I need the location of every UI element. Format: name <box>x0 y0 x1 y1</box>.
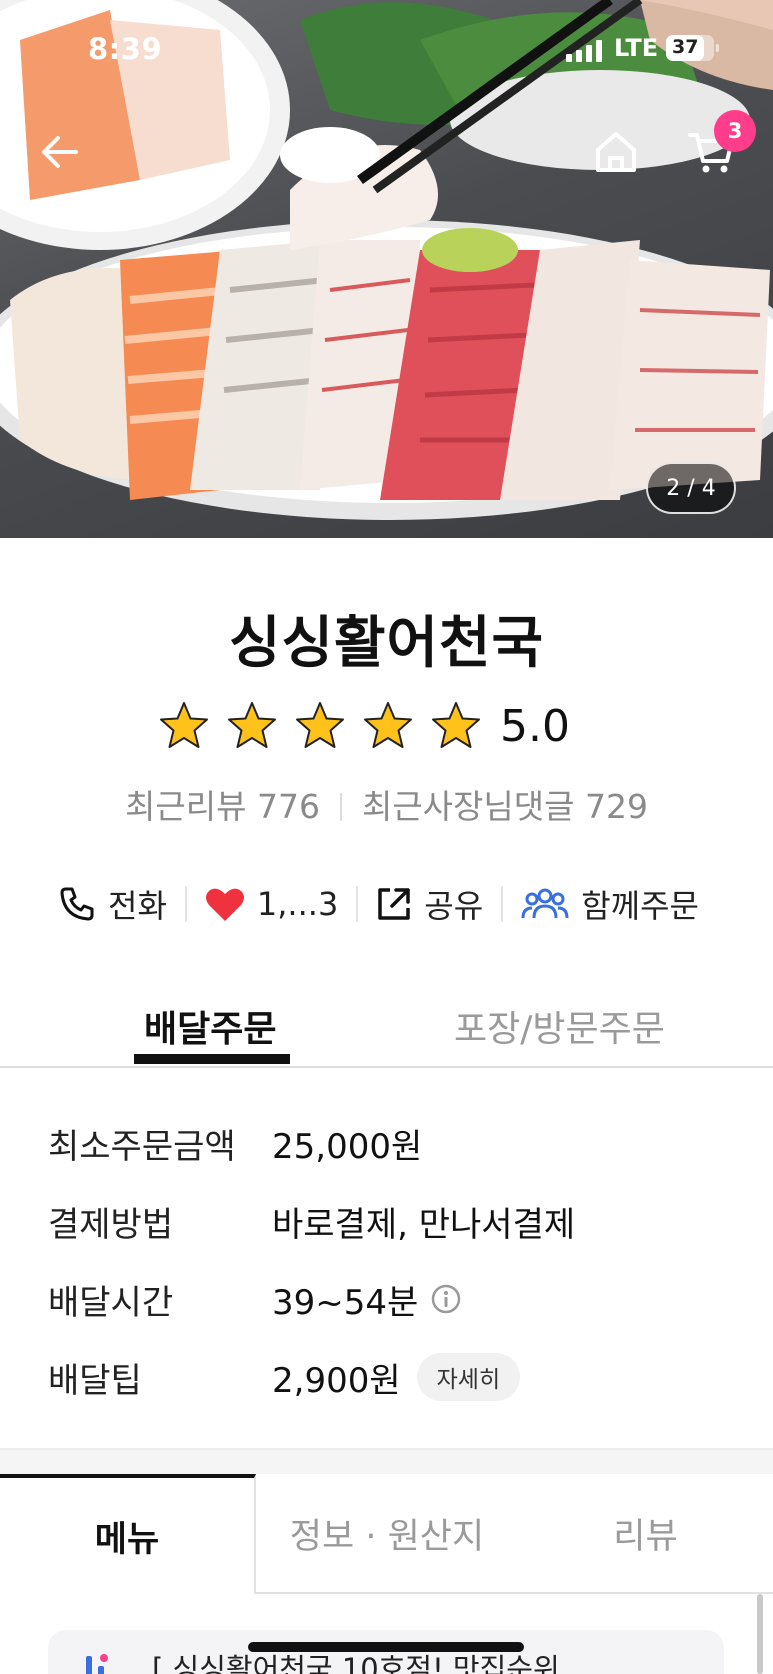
star-icon <box>228 702 276 748</box>
info-value: 39~54분 <box>272 1275 462 1324</box>
tab-info-origin[interactable]: 정보 · 원산지 <box>256 1474 518 1594</box>
store-name: 싱싱활어천국 <box>228 611 545 676</box>
sashimi-photo <box>0 0 773 520</box>
info-value: 25,000원 <box>272 1126 423 1167</box>
tab-menu[interactable]: 메뉴 <box>0 1474 256 1594</box>
divider <box>339 793 342 821</box>
info-key: 최소주문금액 <box>48 1126 236 1167</box>
network-type: LTE <box>614 34 659 62</box>
star-icon <box>296 702 344 748</box>
delivery-time-value: 39~54분 <box>272 1282 419 1323</box>
cart-count-badge: 3 <box>714 110 756 152</box>
info-row-delivery-tip: 배달팁 2,900원 자세히 <box>48 1346 748 1408</box>
info-icon[interactable] <box>430 1283 462 1315</box>
home-button[interactable] <box>588 124 644 180</box>
star-icon <box>364 702 412 748</box>
store-notice[interactable]: [ 싱싱활어천국 10호점! 맛집순위 <box>48 1630 724 1674</box>
heart-icon <box>205 888 244 921</box>
info-value: 바로결제, 만나서결제 <box>272 1204 576 1245</box>
tab-pickup[interactable]: 포장/방문주문 <box>454 984 665 1068</box>
group-order-label: 함께주문 <box>581 887 699 925</box>
call-label: 전화 <box>108 887 167 925</box>
scrollbar[interactable] <box>757 1594 763 1674</box>
image-pager: 2 / 4 <box>646 462 736 514</box>
rating-row[interactable]: 5.0 <box>158 696 570 756</box>
store-actions: 전화 1,...3 공유 함께주문 <box>58 876 699 932</box>
store-photo-carousel[interactable]: 8:39 LTE 37 <box>0 0 773 538</box>
info-key: 배달시간 <box>48 1282 174 1323</box>
info-row-min-order: 최소주문금액 25,000원 <box>48 1112 748 1174</box>
info-value: 2,900원 자세히 <box>272 1353 521 1402</box>
group-order-button[interactable]: 함께주문 <box>521 881 699 927</box>
tab-review[interactable]: 리뷰 <box>518 1474 773 1594</box>
status-time: 8:39 <box>88 32 163 66</box>
info-key: 결제방법 <box>48 1204 174 1245</box>
active-tab-indicator <box>134 1054 290 1064</box>
divider <box>356 886 359 922</box>
divider <box>184 886 187 922</box>
info-key: 배달팁 <box>48 1360 142 1401</box>
battery-level: 37 <box>672 36 699 58</box>
divider <box>501 886 504 922</box>
section-divider <box>0 1448 773 1476</box>
star-icon <box>432 702 480 748</box>
battery-icon: 37 <box>666 35 719 61</box>
call-button[interactable]: 전화 <box>58 881 167 927</box>
like-button[interactable]: 1,...3 <box>205 885 338 923</box>
share-icon <box>378 888 411 920</box>
phone-icon <box>60 887 94 921</box>
status-bar: 8:39 LTE 37 <box>0 30 773 70</box>
delivery-tip-value: 2,900원 <box>272 1360 401 1401</box>
rating-stars <box>158 700 498 752</box>
share-label: 공유 <box>424 887 484 925</box>
notice-icon <box>86 1654 108 1674</box>
tip-detail-button[interactable]: 자세히 <box>416 1353 521 1401</box>
home-indicator <box>248 1642 524 1652</box>
info-row-payment: 결제방법 바로결제, 만나서결제 <box>48 1190 748 1252</box>
review-counts[interactable]: 최근리뷰 776 최근사장님댓글 729 <box>0 780 773 828</box>
owner-reply-count[interactable]: 최근사장님댓글 729 <box>362 787 648 826</box>
order-type-tabs: 배달주문 포장/방문주문 <box>0 984 773 1068</box>
like-count: 1,...3 <box>256 885 339 923</box>
info-row-delivery-time: 배달시간 39~54분 <box>48 1268 748 1330</box>
star-icon <box>160 702 208 748</box>
share-button[interactable]: 공유 <box>376 881 483 927</box>
arrow-left-icon <box>42 136 78 168</box>
back-button[interactable] <box>32 124 88 180</box>
content-tabs: 메뉴 정보 · 원산지 리뷰 <box>0 1474 773 1594</box>
home-icon <box>596 132 636 172</box>
signal-icon <box>566 40 604 62</box>
recent-review-count[interactable]: 최근리뷰 776 <box>125 787 320 826</box>
rating-value: 5.0 <box>500 700 570 752</box>
group-icon <box>521 888 569 919</box>
